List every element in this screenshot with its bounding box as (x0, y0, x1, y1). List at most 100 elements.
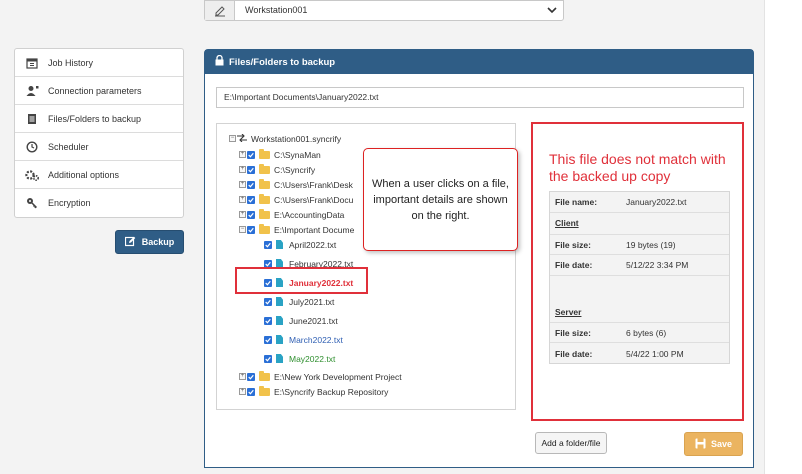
checkbox-checked-icon[interactable] (247, 225, 255, 234)
sidebar-item-label: Files/Folders to backup (48, 113, 142, 124)
tree-file[interactable]: April2022.txt (264, 238, 336, 251)
tree-folder-label: C:\Users\Frank\Desk (274, 179, 353, 190)
sidebar-item-additional-options[interactable]: Additional options (15, 161, 183, 189)
folder-icon (259, 370, 270, 381)
folder-icon (259, 163, 270, 174)
chevron-down-icon[interactable] (541, 1, 563, 20)
checkbox-checked-icon[interactable] (247, 195, 255, 204)
info-callout: When a user clicks on a file, important … (363, 148, 518, 251)
expand-icon[interactable]: + (239, 151, 246, 158)
tree-root-label: Workstation001.syncrify (251, 133, 342, 144)
checkbox-checked-icon[interactable] (247, 150, 255, 159)
calendar-icon (25, 56, 39, 70)
sidebar-item-scheduler[interactable]: Scheduler (15, 133, 183, 161)
save-button-label: Save (710, 439, 733, 449)
tree-file[interactable]: July2021.txt (264, 295, 334, 308)
tree-folder-label: C:\SynaMan (274, 149, 321, 160)
collapse-icon[interactable]: − (239, 226, 246, 233)
lock-icon (215, 54, 224, 69)
detail-row-client-date: File date: 5/12/22 3:34 PM (550, 255, 729, 276)
tree-folder-expanded[interactable]: − E:\Important Docume (239, 223, 354, 236)
expand-icon[interactable]: + (239, 388, 246, 395)
tree-file[interactable]: March2022.txt (264, 333, 343, 346)
checkbox-checked-icon[interactable] (247, 210, 255, 219)
collapse-icon[interactable]: − (229, 135, 236, 142)
tree-folder[interactable]: + C:\Users\Frank\Docu (239, 193, 353, 206)
checkbox-checked-icon[interactable] (264, 316, 272, 325)
sidebar-item-files-folders[interactable]: Files/Folders to backup (15, 105, 183, 133)
file-details-table: File name: January2022.txt Client File s… (549, 191, 730, 364)
sidebar-item-connection-parameters[interactable]: Connection parameters (15, 77, 183, 105)
tree-file-label: April2022.txt (289, 239, 337, 250)
detail-label: File name: (555, 197, 598, 207)
checkbox-checked-icon[interactable] (247, 387, 255, 396)
sidebar-item-label: Additional options (48, 169, 120, 180)
gears-icon (25, 168, 39, 182)
expand-icon[interactable]: + (239, 373, 246, 380)
file-icon (276, 316, 283, 325)
detail-value: 19 bytes (19) (626, 239, 676, 250)
edit-icon[interactable] (205, 1, 235, 20)
folder-icon (259, 178, 270, 189)
checkbox-checked-icon[interactable] (247, 372, 255, 381)
tree-folder-label: C:\Users\Frank\Docu (274, 194, 354, 205)
tree-root[interactable]: − Workstation001.syncrify (229, 132, 341, 145)
expand-icon[interactable]: + (239, 211, 246, 218)
detail-label: File size: (555, 327, 591, 338)
expand-icon[interactable]: + (239, 181, 246, 188)
sidebar-item-job-history[interactable]: Job History (15, 49, 183, 77)
file-icon (276, 240, 283, 249)
sidebar-item-label: Job History (48, 57, 94, 68)
tree-folder[interactable]: + C:\Syncrify (239, 163, 315, 176)
file-icon (276, 335, 283, 344)
backup-button[interactable]: Backup (115, 230, 184, 254)
detail-value: 5/4/22 1:00 PM (626, 348, 684, 359)
selected-path-field[interactable]: E:\Important Documents\January2022.txt (216, 87, 744, 108)
checkbox-checked-icon[interactable] (264, 354, 272, 363)
detail-label: File date: (555, 348, 593, 359)
add-folder-file-button[interactable]: Add a folder/file (535, 432, 607, 454)
tree-file-label: March2022.txt (289, 334, 343, 345)
checkbox-checked-icon[interactable] (264, 335, 272, 344)
tree-folder-label: E:\New York Development Project (274, 371, 402, 382)
tree-folder[interactable]: + E:\Syncrify Backup Repository (239, 385, 388, 398)
tree-folder[interactable]: + E:\New York Development Project (239, 370, 402, 383)
sidebar-item-encryption[interactable]: Encryption (15, 189, 183, 217)
panel-header: Files/Folders to backup (205, 50, 753, 74)
tree-folder[interactable]: + C:\SynaMan (239, 148, 321, 161)
selected-file-highlight (235, 267, 368, 294)
file-icon (276, 297, 283, 306)
folder-icon (259, 193, 270, 204)
tree-file[interactable]: May2022.txt (264, 352, 335, 365)
tree-folder-label: E:\Syncrify Backup Repository (274, 386, 389, 397)
files-folders-panel: Files/Folders to backup E:\Important Doc… (204, 49, 754, 468)
checkbox-checked-icon[interactable] (264, 297, 272, 306)
save-icon (695, 438, 706, 451)
client-heading: Client (555, 218, 579, 228)
workstation-select-value: Workstation001 (245, 5, 308, 15)
clock-icon (25, 140, 39, 154)
folder-open-icon (259, 223, 270, 234)
expand-icon[interactable]: + (239, 166, 246, 173)
save-button[interactable]: Save (684, 432, 743, 456)
server-heading: Server (555, 307, 582, 317)
workstation-select[interactable]: Workstation001 (204, 0, 564, 21)
detail-row-server-date: File date: 5/4/22 1:00 PM (550, 343, 729, 364)
file-icon (276, 354, 283, 363)
tree-folder-label: C:\Syncrify (274, 164, 316, 175)
detail-row-server-size: File size: 6 bytes (6) (550, 322, 729, 343)
tree-file[interactable]: June2021.txt (264, 314, 338, 327)
checkbox-checked-icon[interactable] (247, 180, 255, 189)
tree-folder[interactable]: + E:\AccountingData (239, 208, 344, 221)
tree-folder[interactable]: + C:\Users\Frank\Desk (239, 178, 353, 191)
tree-file-label: May2022.txt (289, 353, 336, 364)
tree-folder-label: E:\Important Docume (274, 224, 355, 235)
sidebar-item-label: Connection parameters (48, 85, 142, 96)
mismatch-message: This file does not match with the backed… (549, 151, 726, 184)
tree-folder-label: E:\AccountingData (274, 209, 345, 220)
checkbox-checked-icon[interactable] (247, 165, 255, 174)
folder-icon (259, 148, 270, 159)
expand-icon[interactable]: + (239, 196, 246, 203)
checkbox-checked-icon[interactable] (264, 240, 272, 249)
tree-file-label: July2021.txt (289, 296, 335, 307)
